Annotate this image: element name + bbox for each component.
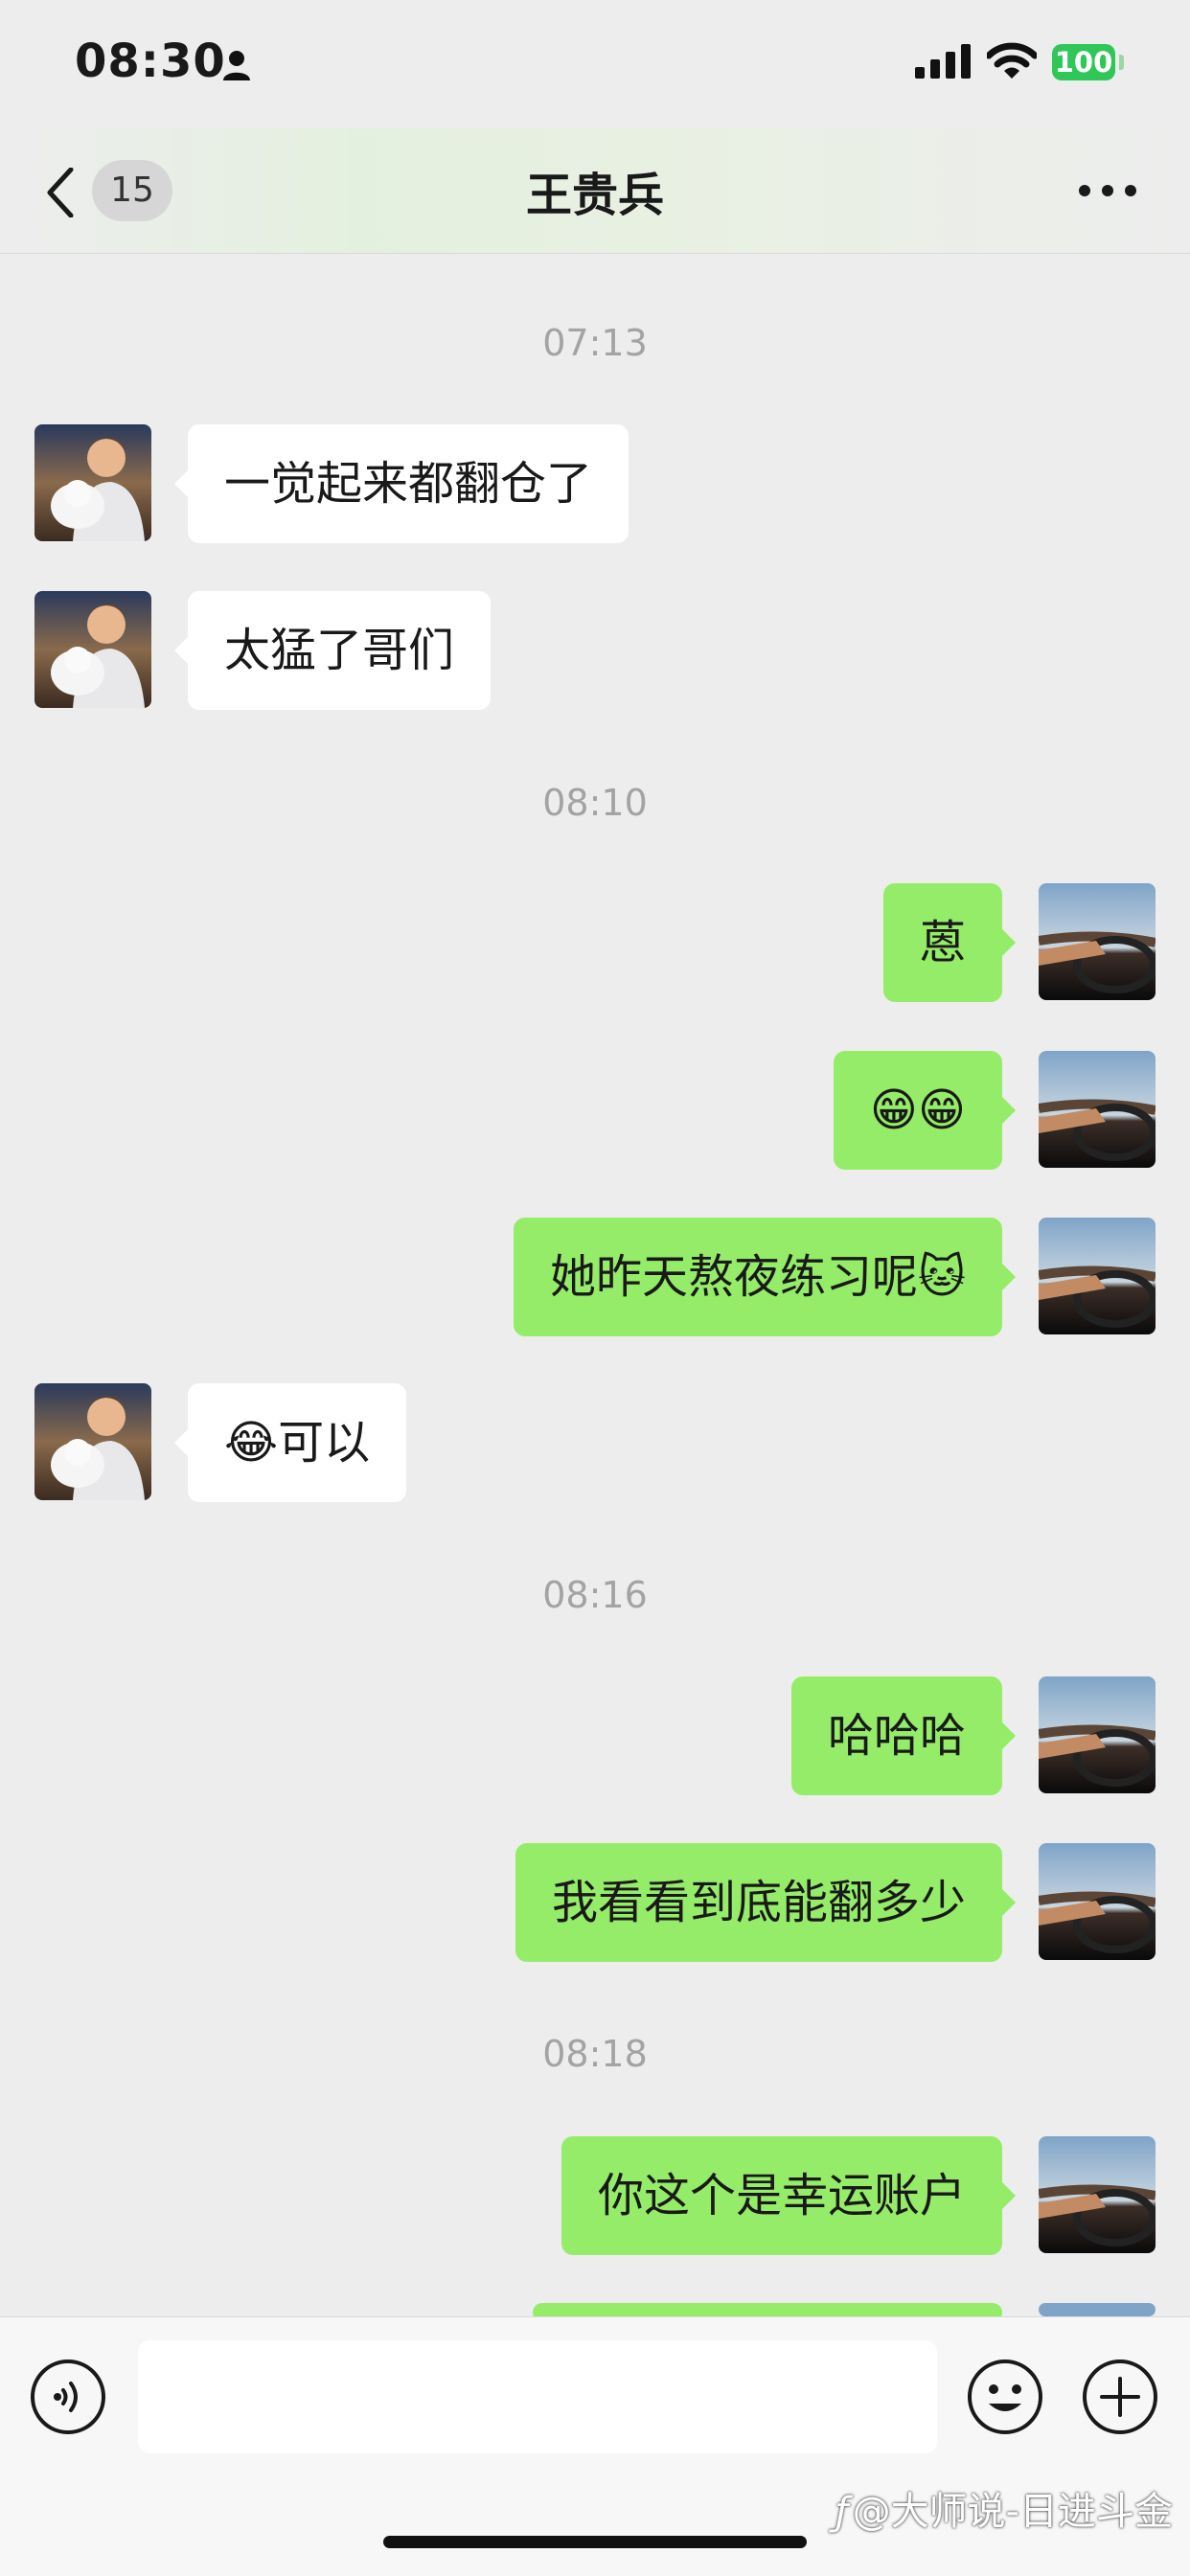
voice-icon[interactable] xyxy=(29,2358,107,2436)
contact-avatar[interactable] xyxy=(34,424,151,541)
outgoing-message[interactable]: 蒽 xyxy=(882,883,1017,1002)
contact-avatar[interactable] xyxy=(34,591,151,708)
my-avatar xyxy=(1039,2303,1156,2316)
home-indicator[interactable] xyxy=(383,2536,807,2548)
input-bar: ƒ @大师说-日进斗金 xyxy=(0,2316,1190,2576)
contact-avatar[interactable] xyxy=(34,1383,151,1500)
my-avatar[interactable] xyxy=(1039,1843,1156,1960)
more-icon[interactable] xyxy=(1073,176,1142,205)
message-input[interactable] xyxy=(138,2340,937,2453)
my-avatar[interactable] xyxy=(1039,1051,1156,1168)
person-icon xyxy=(223,51,250,80)
emoji-icon[interactable] xyxy=(966,2358,1044,2436)
incoming-message[interactable]: 一觉起来都翻仓了 xyxy=(173,424,629,543)
chat-header: 15 王贵兵 xyxy=(0,128,1190,254)
battery-indicator: 100 xyxy=(1052,44,1115,80)
time-stamp: 08:10 xyxy=(542,782,648,824)
outgoing-message[interactable]: 😁😁 xyxy=(833,1051,1017,1170)
time-stamp: 08:16 xyxy=(542,1574,648,1616)
wifi-icon xyxy=(987,42,1037,79)
unread-count-badge: 15 xyxy=(92,160,172,221)
my-avatar[interactable] xyxy=(1039,1218,1156,1334)
watermark-text: @大师说-日进斗金 xyxy=(852,2490,1173,2534)
back-chevron-icon xyxy=(47,168,74,217)
my-avatar[interactable] xyxy=(1039,883,1156,1000)
plus-icon[interactable] xyxy=(1081,2358,1159,2436)
outgoing-message[interactable]: 你这个是幸运账户 xyxy=(561,2136,1017,2255)
status-time: 08:30 xyxy=(75,34,226,88)
time-stamp: 07:13 xyxy=(542,322,648,364)
my-avatar[interactable] xyxy=(1039,1676,1156,1793)
battery-nub xyxy=(1119,55,1124,70)
outgoing-message[interactable]: 哈哈哈 xyxy=(790,1676,1017,1795)
watermark-logo: ƒ xyxy=(835,2490,849,2534)
my-avatar[interactable] xyxy=(1039,2136,1156,2253)
incoming-message[interactable]: 太猛了哥们 xyxy=(173,591,492,710)
outgoing-message[interactable]: 她昨天熬夜练习呢🐱 xyxy=(513,1218,1017,1336)
outgoing-message[interactable]: 我看看到底能翻多少 xyxy=(515,1843,1017,1962)
back-button[interactable]: 15 xyxy=(36,160,180,221)
watermark: ƒ @大师说-日进斗金 xyxy=(835,2480,1173,2536)
status-bar: 08:30 100 xyxy=(0,0,1190,128)
signal-icon xyxy=(915,44,971,79)
incoming-message[interactable]: 😂可以 xyxy=(173,1383,407,1502)
time-stamp: 08:18 xyxy=(542,2033,648,2075)
